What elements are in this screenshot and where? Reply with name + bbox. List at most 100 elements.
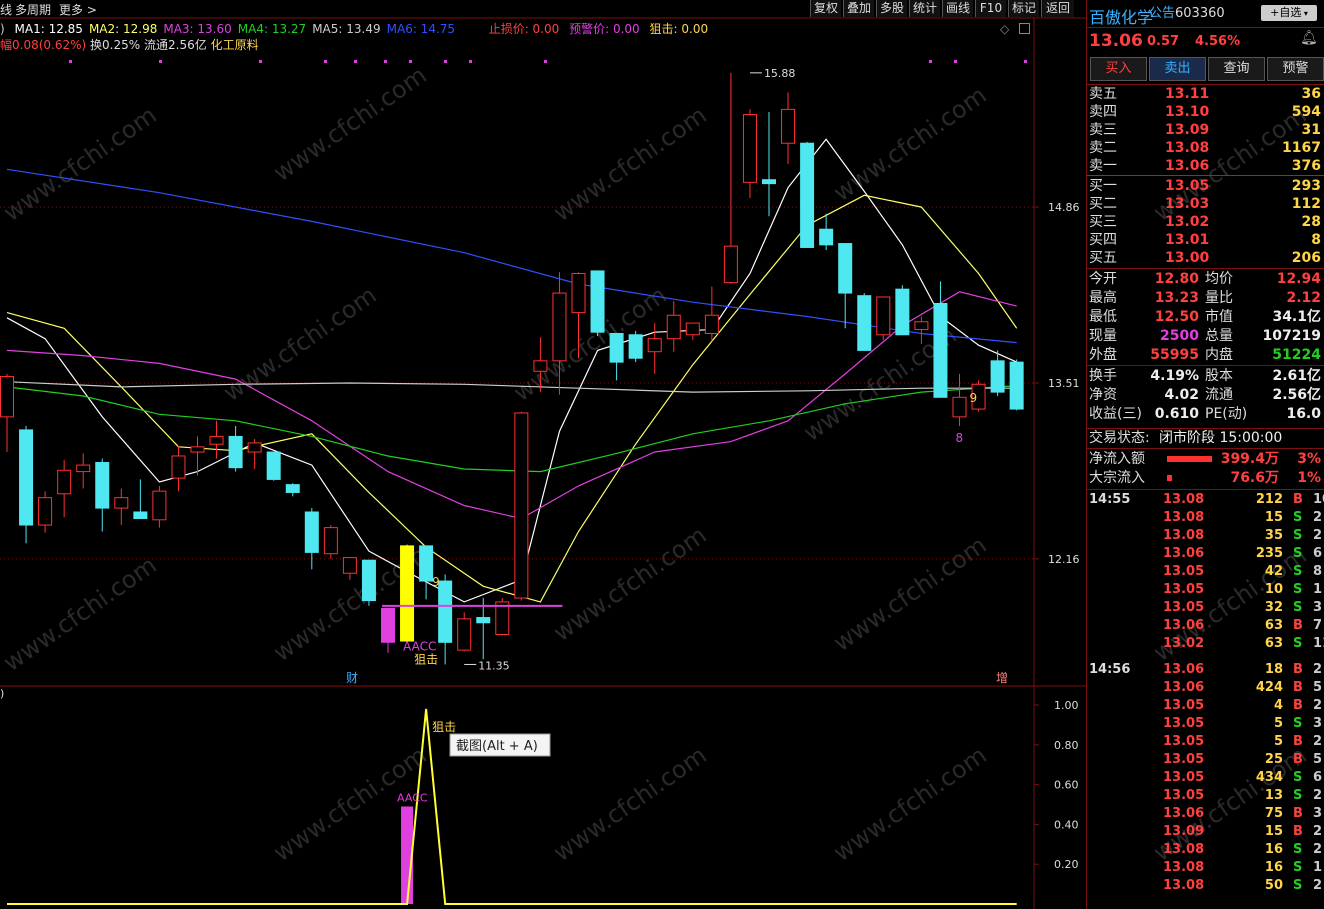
candle-body[interactable] — [304, 511, 319, 553]
stat-label: 今开 — [1089, 271, 1117, 287]
indicator-tick-label: 0.80 — [1054, 739, 1079, 752]
query-button[interactable]: 查询 — [1208, 57, 1265, 81]
tick-volume: 35 — [1264, 528, 1283, 543]
price-tick-label: 14.86 — [1048, 201, 1080, 214]
candle-body[interactable] — [342, 557, 357, 574]
candle-body[interactable] — [666, 314, 681, 340]
stat-label-2: 均价 — [1205, 271, 1233, 287]
candle-body[interactable] — [819, 228, 834, 246]
tick-side: B — [1293, 752, 1303, 767]
kline-chart[interactable]: 14.8613.5112.1615.8811.35AACC狙击998财 增1.00… — [0, 0, 1086, 909]
signal-dot — [354, 60, 357, 63]
candle-body[interactable] — [800, 142, 815, 248]
candle-body[interactable] — [895, 288, 910, 336]
ask-volume: 594 — [1291, 104, 1321, 120]
bid-volume: 293 — [1291, 178, 1321, 194]
candle-body[interactable] — [114, 497, 129, 509]
candle-body[interactable] — [381, 607, 395, 643]
candle-body[interactable] — [438, 580, 453, 643]
fundamental-value: 0.610 — [1154, 406, 1199, 422]
candle-body[interactable] — [952, 396, 967, 418]
candle-body[interactable] — [247, 442, 262, 453]
ask-volume: 31 — [1301, 122, 1321, 138]
candle-body[interactable] — [285, 484, 300, 493]
candle-body[interactable] — [457, 618, 472, 651]
candle-body[interactable] — [419, 545, 434, 582]
tick-row: 13.05 10 S 1 — [1087, 581, 1324, 599]
candle-body[interactable] — [209, 435, 224, 445]
candle-body[interactable] — [95, 461, 110, 509]
candle-body[interactable] — [57, 469, 72, 495]
candle-body[interactable] — [133, 511, 148, 520]
tick-side: B — [1293, 662, 1303, 677]
candle-body[interactable] — [990, 360, 1005, 393]
tick-volume: 13 — [1264, 788, 1283, 803]
candle-body[interactable] — [590, 270, 605, 333]
self-select-button[interactable]: +自选 ▾ — [1261, 5, 1317, 21]
candle-body[interactable] — [190, 446, 205, 453]
candle-body[interactable] — [361, 559, 376, 602]
tick-volume: 424 — [1255, 680, 1283, 695]
candle-body[interactable] — [1009, 361, 1024, 410]
candle-body[interactable] — [171, 455, 186, 479]
candle-body[interactable] — [76, 464, 91, 473]
tick-count: 8 — [1313, 564, 1323, 579]
candle-body[interactable] — [609, 332, 624, 363]
bid-price: 13.01 — [1165, 232, 1210, 248]
candle-body[interactable] — [838, 243, 853, 294]
candle-body[interactable] — [476, 617, 491, 624]
candle-body[interactable] — [628, 334, 643, 359]
alert-button[interactable]: 预警 — [1267, 57, 1324, 81]
candle-body[interactable] — [762, 179, 776, 185]
candle-body[interactable] — [723, 245, 738, 284]
tick-row: 13.08 16 S 2 — [1087, 841, 1324, 859]
candle-body[interactable] — [914, 321, 929, 331]
tick-price: 13.05 — [1163, 734, 1205, 749]
buy-button[interactable]: 买入 — [1090, 57, 1147, 81]
candle-body[interactable] — [647, 338, 662, 353]
bid-volume: 28 — [1301, 214, 1321, 230]
candle-body[interactable] — [742, 114, 757, 183]
candle-body[interactable] — [552, 292, 567, 362]
bell-icon[interactable]: 🔔︎ — [1300, 30, 1318, 46]
candle-body[interactable] — [228, 435, 243, 469]
tick-row: 14:55 13.08 212 B 10 — [1087, 491, 1324, 509]
candle-body[interactable] — [704, 314, 719, 334]
candle-body[interactable] — [266, 451, 281, 480]
ask-row: 卖一 13.06 376 — [1087, 157, 1324, 175]
fundamental-label: 换手 — [1089, 368, 1117, 384]
stat-label-2: 总量 — [1205, 328, 1233, 344]
bid-row: 买四 13.01 8 — [1087, 231, 1324, 249]
candle-body[interactable] — [857, 295, 872, 351]
sell-button[interactable]: 卖出 — [1149, 57, 1206, 81]
tick-row: 13.02 63 S 11 — [1087, 635, 1324, 653]
candle-body[interactable] — [0, 375, 14, 418]
candle-body[interactable] — [933, 302, 948, 398]
finance-marker[interactable]: 财 — [346, 671, 358, 685]
tick-volume: 4 — [1273, 698, 1283, 713]
candle-body[interactable] — [323, 527, 338, 555]
candle-body[interactable] — [533, 360, 548, 372]
candle-body[interactable] — [400, 545, 415, 642]
candle-body[interactable] — [685, 322, 700, 336]
candle-body[interactable] — [152, 490, 167, 521]
candle-body[interactable] — [38, 497, 53, 526]
tick-count: 2 — [1313, 842, 1323, 857]
price-change: 0.57 — [1147, 34, 1180, 49]
caret-icon: ▾ — [1301, 9, 1308, 18]
candle-body[interactable] — [571, 273, 586, 314]
notice-link[interactable]: 公告 — [1149, 2, 1175, 21]
increase-marker[interactable]: 增 — [996, 671, 1008, 685]
bid-row: 买二 13.03 112 — [1087, 195, 1324, 213]
tick-row: 13.06 63 B 7 — [1087, 617, 1324, 635]
candle-body[interactable] — [514, 412, 529, 599]
quote-panel: 百傲化学 公告 603360 +自选 ▾ 13.06 0.57 4.56% 🔔︎… — [1086, 0, 1324, 909]
flow-pct: 1% — [1297, 470, 1321, 486]
candle-body[interactable] — [19, 429, 34, 526]
signal-dot — [444, 60, 447, 63]
candle-body[interactable] — [876, 296, 891, 336]
flow-value: 76.6万 — [1230, 470, 1279, 486]
count-annotation-9b: 9 — [970, 391, 978, 405]
candle-body[interactable] — [781, 108, 796, 144]
tick-count: 2 — [1313, 824, 1323, 839]
